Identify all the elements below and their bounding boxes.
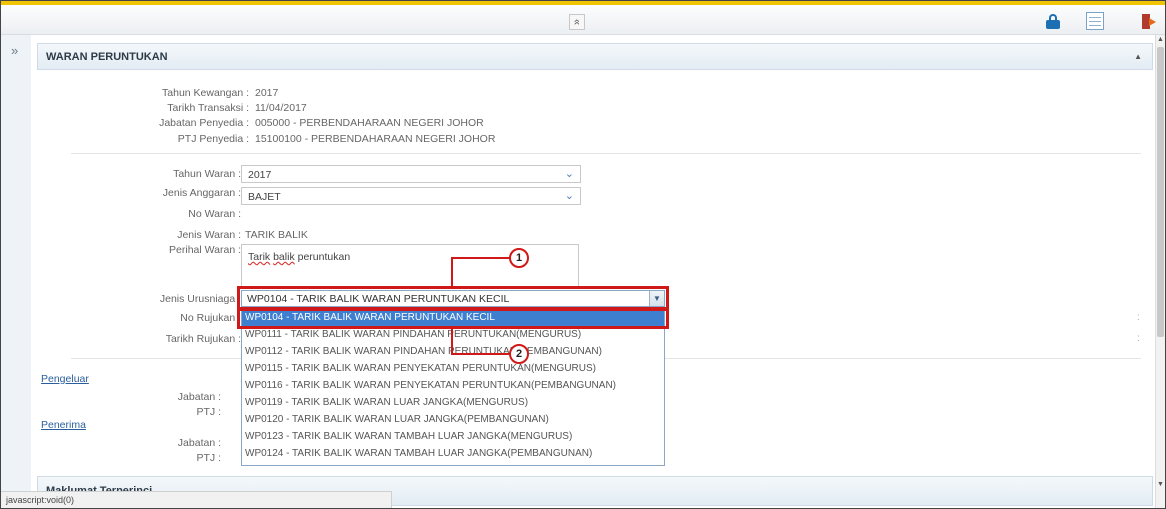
dropdown-option[interactable]: WP0116 - TARIK BALIK WARAN PENYEKATAN PE…: [242, 378, 664, 394]
top-toolbar: »: [1, 1, 1165, 35]
tahun-waran-value: 2017: [248, 169, 272, 181]
no-rujukan-label: No Rujukan :: [180, 312, 241, 324]
tarikh-transaksi-label: Tarikh Transaksi :: [167, 102, 249, 114]
perihal-word: Tarik: [248, 251, 271, 263]
jabatan-penyedia-label: Jabatan Penyedia :: [159, 117, 249, 129]
page-title: WARAN PERUNTUKAN: [46, 51, 168, 63]
dropdown-option[interactable]: WP0111 - TARIK BALIK WARAN PINDAHAN PERU…: [242, 327, 664, 343]
panel-header: WARAN PERUNTUKAN ▲: [37, 43, 1153, 70]
table-icon[interactable]: [1086, 12, 1104, 30]
scroll-up-icon[interactable]: ▲: [1157, 36, 1164, 43]
callout-1: 1: [509, 248, 529, 268]
double-chevron-up-icon: »: [571, 18, 583, 26]
dropdown-option[interactable]: WP0123 - TARIK BALIK WARAN TAMBAH LUAR J…: [242, 429, 664, 445]
callout-leader-2: [451, 327, 453, 355]
tahun-kewangan-value: 2017: [255, 87, 279, 99]
highlight-box-2: [237, 307, 669, 329]
callout-2: 2: [509, 344, 529, 364]
dropdown-option[interactable]: WP0120 - TARIK BALIK WARAN LUAR JANGKA(P…: [242, 412, 664, 428]
scrollbar-thumb[interactable]: [1157, 47, 1164, 337]
perihal-waran-label: Perihal Waran :: [169, 244, 241, 256]
ptj-penyedia-label: PTJ Penyedia :: [177, 133, 249, 145]
collapse-header-button[interactable]: »: [569, 14, 585, 30]
main-content: WARAN PERUNTUKAN ▲ Tahun Kewangan : 2017…: [31, 35, 1155, 508]
penerima-ptj-label: PTJ :: [196, 452, 221, 464]
pengeluar-ptj-label: PTJ :: [196, 406, 221, 418]
perihal-word: balik: [273, 251, 295, 263]
tahun-waran-label: Tahun Waran :: [173, 168, 241, 180]
dropdown-option[interactable]: WP0112 - TARIK BALIK WARAN PINDAHAN PERU…: [242, 344, 664, 360]
tahun-kewangan-label: Tahun Kewangan :: [162, 87, 249, 99]
scroll-down-icon[interactable]: ▼: [1157, 481, 1164, 488]
dropdown-option[interactable]: WP0115 - TARIK BALIK WARAN PENYEKATAN PE…: [242, 361, 664, 377]
field-marker: :: [1137, 333, 1140, 344]
jenis-anggaran-value: BAJET: [248, 191, 281, 203]
chevron-down-icon: ⌄: [564, 190, 574, 202]
field-marker: :: [1137, 312, 1140, 323]
jenis-anggaran-select[interactable]: BAJET ⌄: [241, 187, 581, 205]
tarikh-rujukan-label: Tarikh Rujukan :: [165, 333, 241, 345]
penerima-jabatan-label: Jabatan :: [177, 437, 221, 449]
lock-icon[interactable]: [1044, 12, 1062, 30]
status-text: javascript:void(0): [6, 495, 75, 505]
tahun-waran-select[interactable]: 2017 ⌄: [241, 165, 581, 183]
app-frame: » » WARAN PERUNTUKAN ▲ Tahun Kewangan : …: [0, 0, 1166, 509]
status-bar: javascript:void(0): [1, 491, 392, 508]
dropdown-option[interactable]: WP0119 - TARIK BALIK WARAN LUAR JANGKA(M…: [242, 395, 664, 411]
pengeluar-jabatan-label: Jabatan :: [177, 391, 221, 403]
dropdown-option[interactable]: WP0124 - TARIK BALIK WARAN TAMBAH LUAR J…: [242, 446, 664, 462]
jenis-urusniaga-label: Jenis Urusniaga :: [159, 293, 241, 305]
penerima-link[interactable]: Penerima: [41, 419, 86, 431]
expand-sidebar-icon[interactable]: »: [11, 43, 18, 58]
panel-collapse-icon[interactable]: ▲: [1134, 52, 1142, 61]
chevron-down-icon: ⌄: [564, 168, 574, 180]
callout-leader-2: [451, 353, 511, 355]
jenis-waran-value: TARIK BALIK: [245, 229, 308, 241]
ptj-penyedia-value: 15100100 - PERBENDAHARAAN NEGERI JOHOR: [255, 133, 496, 145]
divider: [71, 153, 1141, 154]
jabatan-penyedia-value: 005000 - PERBENDAHARAAN NEGERI JOHOR: [255, 117, 484, 129]
jenis-urusniaga-options: WP0104 - TARIK BALIK WARAN PERUNTUKAN KE…: [241, 308, 665, 466]
pengeluar-link[interactable]: Pengeluar: [41, 373, 89, 385]
exit-icon[interactable]: [1139, 12, 1157, 30]
perihal-word: peruntukan: [297, 251, 351, 263]
callout-leader-1: [451, 257, 511, 259]
jenis-anggaran-label: Jenis Anggaran :: [162, 187, 241, 199]
no-waran-label: No Waran :: [188, 208, 241, 220]
perihal-waran-textarea[interactable]: Tarik balik peruntukan: [241, 244, 579, 288]
callout-leader-1: [451, 257, 453, 287]
jenis-waran-label: Jenis Waran :: [177, 229, 241, 241]
vertical-scrollbar[interactable]: ▲ ▼: [1155, 35, 1165, 508]
tarikh-transaksi-value: 11/04/2017: [255, 102, 307, 114]
